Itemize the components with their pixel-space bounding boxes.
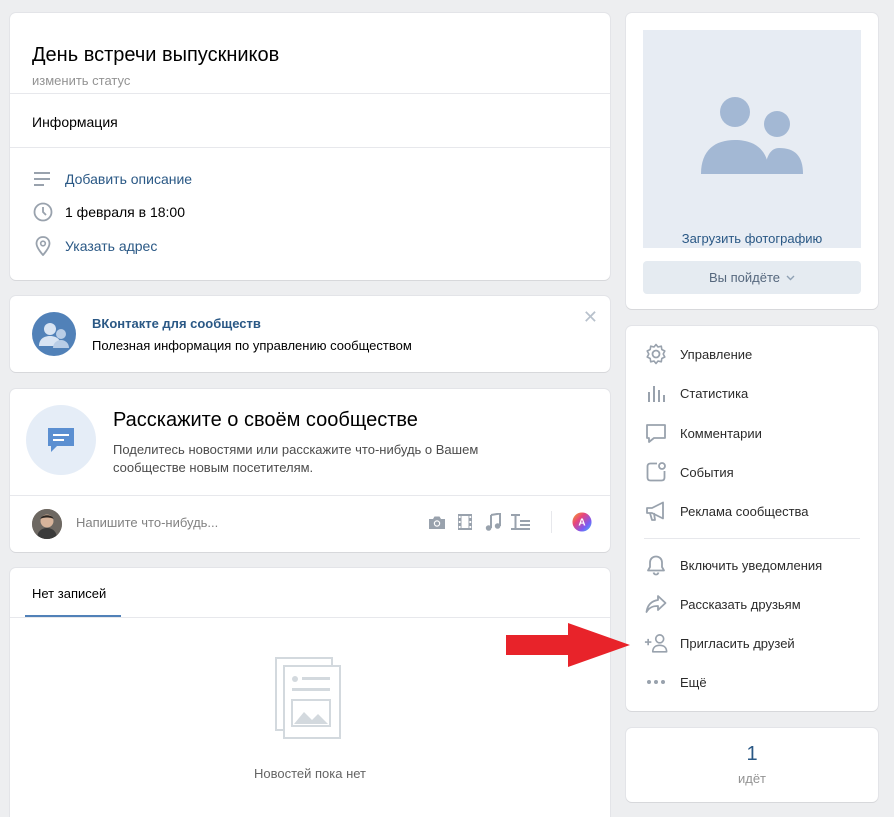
menu-item-label: Реклама сообщества — [680, 503, 809, 519]
tab-no-posts[interactable]: Нет записей — [32, 586, 106, 601]
info-tab[interactable]: Информация — [32, 114, 118, 130]
text-format-icon[interactable] — [511, 512, 531, 532]
page-title: День встречи выпускников — [32, 44, 280, 66]
divider — [10, 93, 610, 94]
attendees-label: идёт — [737, 771, 767, 786]
divider — [10, 617, 610, 618]
community-placeholder-icon — [701, 97, 803, 174]
vk-communities-avatar — [32, 312, 76, 356]
upload-photo-link[interactable]: Загрузить фотографию — [643, 231, 861, 246]
tell-text: Поделитесь новостями или расскажите что-… — [113, 442, 479, 475]
post-composer[interactable]: Напишите что-нибудь... A — [10, 495, 610, 552]
poster-icon[interactable]: A — [572, 512, 592, 532]
menu-item-label: Пригласить друзей — [680, 635, 795, 651]
clock-icon — [32, 201, 54, 223]
gear-icon — [644, 342, 668, 366]
add-description-row[interactable]: Добавить описание — [32, 168, 192, 190]
change-status-link[interactable]: изменить статус — [32, 73, 130, 88]
menu-item-ads[interactable]: Реклама сообщества — [644, 499, 809, 523]
date-row: 1 февраля в 18:00 — [32, 201, 185, 223]
bell-icon — [644, 553, 668, 577]
menu-item-label: Управление — [680, 346, 753, 362]
tell-about-community-card: Расскажите о своём сообществе Поделитесь… — [10, 389, 610, 552]
menu-item-more[interactable]: Ещё — [644, 670, 707, 694]
location-pin-icon — [32, 235, 54, 257]
chevron-down-icon — [786, 275, 795, 281]
menu-item-comments[interactable]: Комментарии — [644, 421, 762, 445]
music-icon[interactable] — [483, 512, 503, 532]
events-icon — [644, 460, 668, 484]
menu-item-label: События — [680, 464, 734, 480]
comment-icon — [644, 421, 668, 445]
posts-card: Нет записей Новостей пока нет — [10, 568, 610, 817]
address-row[interactable]: Указать адрес — [32, 235, 157, 257]
stats-icon — [644, 381, 668, 405]
event-date: 1 февраля в 18:00 — [65, 204, 185, 220]
menu-item-label: Ещё — [680, 674, 707, 690]
going-dropdown-button[interactable]: Вы пойдёте — [643, 261, 861, 294]
share-icon — [644, 592, 668, 616]
add-description-link[interactable]: Добавить описание — [65, 171, 192, 187]
attendees-card[interactable]: 1 идёт — [626, 728, 878, 802]
event-header-card: День встречи выпускников изменить статус… — [10, 13, 610, 280]
camera-icon[interactable] — [427, 512, 447, 532]
tell-title: Расскажите о своём сообществе — [113, 409, 418, 431]
going-button-label: Вы пойдёте — [708, 270, 780, 285]
promo-title[interactable]: ВКонтакте для сообществ — [92, 316, 261, 331]
message-bubble-icon — [26, 405, 96, 475]
menu-item-manage[interactable]: Управление — [644, 342, 752, 366]
menu-item-notifications[interactable]: Включить уведомления — [644, 553, 822, 577]
svg-text:A: A — [578, 518, 585, 529]
avatar — [32, 509, 62, 539]
composer-tools: A — [427, 511, 592, 533]
red-arrow-annotation — [506, 623, 630, 667]
menu-item-label: Статистика — [680, 385, 749, 401]
divider — [10, 147, 610, 148]
event-photo-card: Загрузить фотографию Вы пойдёте — [626, 13, 878, 309]
more-icon — [644, 670, 668, 694]
close-icon[interactable]: ✕ — [583, 308, 598, 326]
community-actions-card: Управление Статистика Комментарии Событи… — [626, 326, 878, 711]
menu-item-label: Рассказать друзьям — [680, 596, 801, 612]
menu-item-invite-friends[interactable]: Пригласить друзей — [644, 631, 795, 655]
add-user-icon — [644, 631, 668, 655]
attendees-count: 1 — [746, 743, 758, 765]
vk-for-communities-card: ВКонтакте для сообществ Полезная информа… — [10, 296, 610, 372]
menu-item-label: Включить уведомления — [680, 557, 823, 573]
promo-subtitle: Полезная информация по управлению сообще… — [92, 338, 412, 353]
divider — [644, 538, 860, 539]
menu-item-events[interactable]: События — [644, 460, 734, 484]
post-input[interactable]: Напишите что-нибудь... — [76, 515, 218, 530]
megaphone-icon — [644, 499, 668, 523]
lines-icon — [32, 168, 54, 190]
menu-item-label: Комментарии — [680, 425, 762, 441]
empty-news-text: Новостей пока нет — [253, 766, 367, 781]
add-address-link[interactable]: Указать адрес — [65, 238, 157, 254]
empty-news-icon — [274, 656, 344, 747]
divider — [551, 511, 552, 533]
menu-item-statistics[interactable]: Статистика — [644, 381, 748, 405]
menu-item-share[interactable]: Рассказать друзьям — [644, 592, 801, 616]
upload-photo-area[interactable]: Загрузить фотографию — [643, 30, 861, 248]
video-icon[interactable] — [455, 512, 475, 532]
